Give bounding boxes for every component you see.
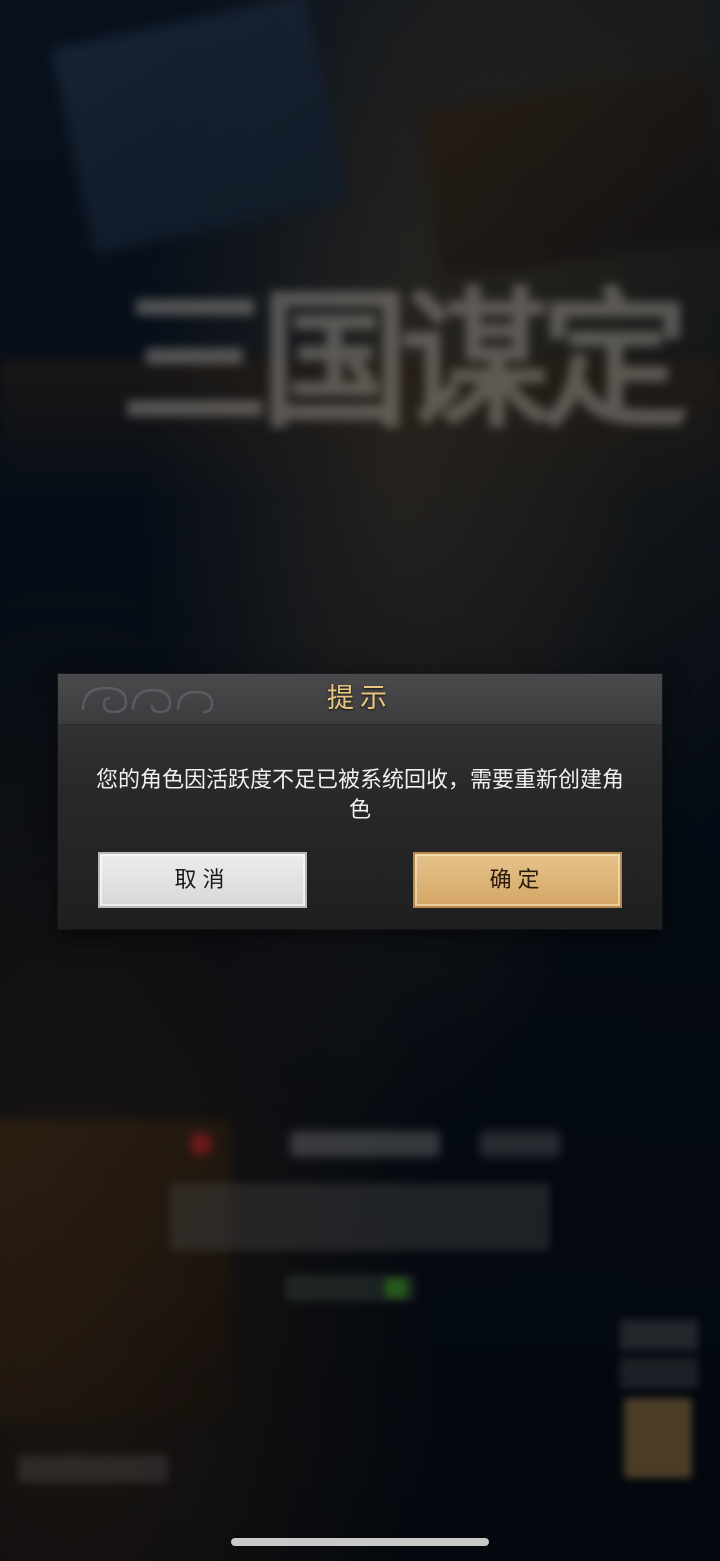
- cancel-button[interactable]: 取消: [98, 852, 307, 908]
- dialog-title-bar: 提示: [58, 674, 662, 725]
- game-login-screen: 三国谋定 提示 您的角色因活跃度不足已被系统回收，需要重新创建角色 取消 确定: [0, 0, 720, 1561]
- dialog-message: 您的角色因活跃度不足已被系统回收，需要重新创建角色: [95, 768, 624, 823]
- home-indicator[interactable]: [231, 1538, 489, 1546]
- confirm-button[interactable]: 确定: [413, 852, 622, 908]
- dialog-title: 提示: [327, 683, 393, 714]
